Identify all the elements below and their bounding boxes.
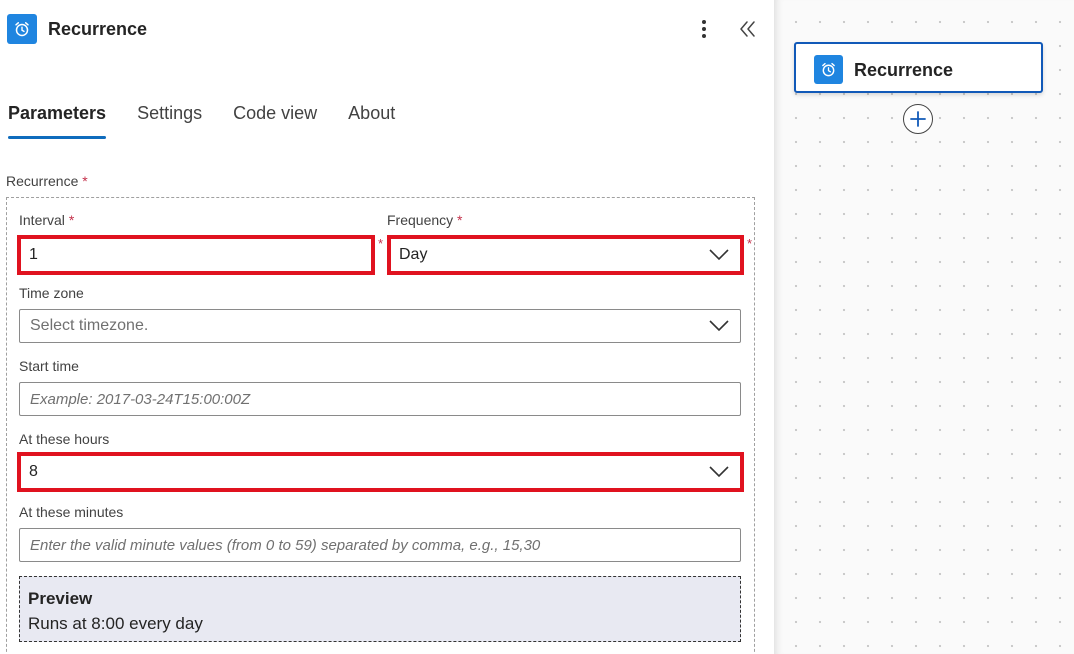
start-time-placeholder: Example: 2017-03-24T15:00:00Z bbox=[30, 390, 251, 408]
at-hours-dropdown[interactable]: 8 bbox=[17, 452, 744, 492]
interval-input[interactable]: 1 bbox=[17, 235, 375, 275]
at-hours-label: At these hours bbox=[19, 431, 110, 447]
chevron-down-icon bbox=[709, 249, 729, 261]
workflow-canvas[interactable]: Recurrence bbox=[774, 0, 1074, 654]
frequency-label: Frequency * bbox=[387, 212, 463, 228]
frequency-label-text: Frequency bbox=[387, 212, 454, 228]
alarm-clock-icon bbox=[7, 14, 37, 44]
start-time-input[interactable]: Example: 2017-03-24T15:00:00Z bbox=[19, 382, 741, 416]
more-dot-icon bbox=[702, 34, 706, 38]
required-mark: * bbox=[457, 212, 463, 228]
plus-icon bbox=[910, 111, 926, 127]
alarm-clock-icon bbox=[814, 55, 843, 84]
schedule-preview: Preview Runs at 8:00 every day bbox=[19, 576, 741, 642]
required-mark: * bbox=[68, 212, 75, 228]
parameters-panel: Recurrence Parameters Settings Code view… bbox=[0, 0, 774, 654]
at-hours-value: 8 bbox=[29, 463, 38, 480]
time-zone-dropdown[interactable]: Select timezone. bbox=[19, 309, 741, 343]
more-dot-icon bbox=[702, 20, 706, 24]
chevron-down-icon bbox=[709, 320, 729, 332]
interval-label-text: Interval bbox=[19, 212, 65, 228]
more-options-button[interactable] bbox=[694, 16, 714, 42]
collapse-panel-button[interactable] bbox=[738, 18, 758, 40]
at-minutes-placeholder: Enter the valid minute values (from 0 to… bbox=[30, 536, 541, 554]
preview-title: Preview bbox=[28, 589, 93, 608]
time-zone-placeholder: Select timezone. bbox=[30, 317, 149, 334]
preview-text: Runs at 8:00 every day bbox=[28, 614, 203, 633]
panel-header: Recurrence bbox=[0, 0, 774, 60]
tab-code-view[interactable]: Code view bbox=[233, 103, 317, 139]
double-chevron-left-icon bbox=[740, 21, 755, 37]
at-minutes-input[interactable]: Enter the valid minute values (from 0 to… bbox=[19, 528, 741, 562]
recurrence-trigger-node[interactable]: Recurrence bbox=[794, 42, 1043, 93]
required-mark: * bbox=[747, 236, 753, 251]
interval-label: Interval * bbox=[19, 212, 74, 228]
required-mark: * bbox=[378, 236, 384, 251]
tab-list: Parameters Settings Code view About bbox=[8, 103, 426, 143]
tab-about[interactable]: About bbox=[348, 103, 395, 139]
node-title: Recurrence bbox=[854, 60, 954, 80]
add-step-button[interactable] bbox=[903, 104, 933, 134]
interval-value: 1 bbox=[29, 246, 38, 263]
section-label-text: Recurrence bbox=[6, 173, 79, 189]
at-minutes-label: At these minutes bbox=[19, 504, 124, 520]
panel-title: Recurrence bbox=[48, 19, 148, 39]
time-zone-label: Time zone bbox=[19, 285, 84, 301]
required-mark: * bbox=[82, 173, 88, 189]
start-time-label: Start time bbox=[19, 358, 79, 374]
more-dot-icon bbox=[702, 27, 706, 31]
chevron-down-icon bbox=[709, 466, 729, 478]
recurrence-section-label: Recurrence * bbox=[6, 173, 88, 189]
frequency-value: Day bbox=[399, 246, 428, 263]
tab-parameters[interactable]: Parameters bbox=[8, 103, 107, 139]
frequency-dropdown[interactable]: Day bbox=[387, 235, 744, 275]
tab-settings[interactable]: Settings bbox=[137, 103, 202, 139]
